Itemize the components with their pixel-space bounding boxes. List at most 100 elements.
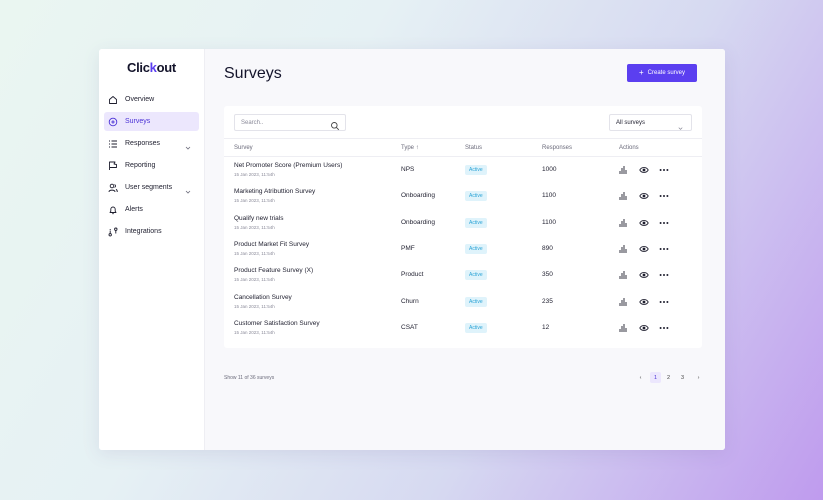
survey-name[interactable]: Product Market Fit Survey <box>234 241 309 248</box>
table-row[interactable]: Cancellation Survey 15 Jan 2023, 11:54h Ch… <box>224 289 702 315</box>
chevron-down-icon[interactable] <box>184 183 192 194</box>
column-header-actions: Actions <box>619 145 639 151</box>
survey-name[interactable]: Product Feature Survey (X) <box>234 267 313 274</box>
bar-chart-icon[interactable] <box>618 323 628 333</box>
chevron-down-icon <box>677 119 684 130</box>
survey-responses: 890 <box>542 244 553 252</box>
sidebar-item-label: Surveys <box>125 118 151 125</box>
table-row[interactable]: Net Promoter Score (Premium Users) 15 Jan… <box>224 157 702 183</box>
survey-responses: 1000 <box>542 166 557 173</box>
page-2-button[interactable]: 2 <box>663 372 674 383</box>
sidebar-item-reporting[interactable]: Reporting <box>104 156 199 175</box>
survey-name[interactable]: Cancellation Survey <box>234 294 292 301</box>
sidebar-item-surveys[interactable]: Surveys <box>104 112 199 131</box>
sidebar-item-label: User segments <box>125 184 173 191</box>
bar-chart-icon[interactable] <box>618 165 628 175</box>
sidebar: Clickout Overview Surveys Responses Repo… <box>99 49 205 450</box>
more-icon[interactable] <box>659 270 669 280</box>
sidebar-item-integrations[interactable]: Integrations <box>104 222 199 241</box>
more-icon[interactable] <box>659 165 669 175</box>
plus-icon: + <box>638 68 644 77</box>
status-badge: Active <box>465 243 487 254</box>
create-survey-label: Create survey <box>647 70 686 76</box>
more-icon[interactable] <box>659 218 669 228</box>
survey-type: Onboarding <box>401 192 435 200</box>
survey-type: PMF <box>401 244 415 252</box>
flag-icon <box>108 161 118 171</box>
survey-responses: 1100 <box>542 218 556 226</box>
survey-filter-select[interactable]: All surveys <box>609 114 692 131</box>
survey-name[interactable]: Net Promoter Score (Premium Users) <box>234 162 342 169</box>
status-badge: Active <box>465 191 487 202</box>
survey-date: 15 Jan 2023, 11:54h <box>234 250 275 256</box>
sidebar-item-user-segments[interactable]: User segments <box>104 178 199 197</box>
survey-name[interactable]: Customer Satisfaction Survey <box>234 320 320 327</box>
table-row[interactable]: Qualify new trials 15 Jan 2023, 11:54h Onb… <box>224 210 702 236</box>
sidebar-item-label: Alerts <box>125 206 143 213</box>
page-3-button[interactable]: 3 <box>677 372 688 383</box>
survey-date: 15 Jan 2023, 11:54h <box>234 329 275 335</box>
status-badge: Active <box>465 296 487 307</box>
more-icon[interactable] <box>659 244 669 254</box>
bar-chart-icon[interactable] <box>618 270 628 280</box>
survey-type: CSAT <box>401 323 418 331</box>
bar-chart-icon[interactable] <box>618 297 628 307</box>
survey-name[interactable]: Marketing Atributtion Survey <box>234 188 315 195</box>
survey-responses: 235 <box>542 297 553 305</box>
search-input[interactable]: Search.. <box>234 114 346 131</box>
sidebar-item-responses[interactable]: Responses <box>104 134 199 153</box>
status-badge: Active <box>465 270 487 281</box>
sidebar-item-alerts[interactable]: Alerts <box>104 200 199 219</box>
survey-name[interactable]: Qualify new trials <box>234 215 284 222</box>
bar-chart-icon[interactable] <box>618 244 628 254</box>
column-header-responses[interactable]: Responses <box>542 145 572 151</box>
table-row[interactable]: Customer Satisfaction Survey 15 Jan 2023,… <box>224 315 702 341</box>
sidebar-item-label: Overview <box>125 96 155 103</box>
column-header-survey[interactable]: Survey <box>234 145 253 151</box>
chevron-down-icon[interactable] <box>184 139 192 150</box>
more-icon[interactable] <box>659 297 669 307</box>
sidebar-item-label: Reporting <box>125 162 156 169</box>
table-row[interactable]: Product Feature Survey (X) 15 Jan 2023, 1… <box>224 262 702 288</box>
status-badge: Active <box>465 217 487 228</box>
column-header-status[interactable]: Status <box>465 145 482 151</box>
bar-chart-icon[interactable] <box>618 218 628 228</box>
eye-icon[interactable] <box>639 165 649 175</box>
eye-icon[interactable] <box>639 297 649 307</box>
eye-icon[interactable] <box>639 270 649 280</box>
main-content: Surveys + Create survey Search.. All sur… <box>205 49 725 450</box>
sort-asc-icon: ↑ <box>415 145 419 151</box>
integrations-icon <box>108 227 118 237</box>
survey-date: 15 Jan 2023, 11:54h <box>234 277 275 283</box>
table-row[interactable]: Marketing Atributtion Survey 15 Jan 2023,… <box>224 183 702 209</box>
results-count: Show 11 of 36 surveys <box>224 375 275 381</box>
create-survey-button[interactable]: + Create survey <box>627 64 697 82</box>
logo[interactable]: Clickout <box>127 60 176 75</box>
status-badge: Active <box>465 165 487 175</box>
prev-page-button[interactable]: ‹ <box>635 372 646 383</box>
more-icon[interactable] <box>659 191 669 201</box>
more-icon[interactable] <box>659 323 669 333</box>
survey-responses: 350 <box>542 271 553 279</box>
table-row[interactable]: Product Market Fit Survey 15 Jan 2023, 11… <box>224 236 702 262</box>
search-placeholder: Search.. <box>241 119 264 126</box>
survey-date: 15 Jan 2023, 11:54h <box>234 224 275 230</box>
sidebar-item-overview[interactable]: Overview <box>104 90 199 109</box>
surveys-card: Search.. All surveys Survey Type ↑ Statu… <box>224 106 702 348</box>
status-badge: Active <box>465 322 487 333</box>
survey-type: Product <box>401 271 424 279</box>
page-1-button[interactable]: 1 <box>650 372 661 383</box>
eye-icon[interactable] <box>639 323 649 333</box>
bar-chart-icon[interactable] <box>618 191 628 201</box>
eye-icon[interactable] <box>639 191 649 201</box>
eye-icon[interactable] <box>639 218 649 228</box>
column-header-type[interactable]: Type ↑ <box>401 145 419 151</box>
survey-date: 15 Jan 2023, 11:54h <box>234 303 275 309</box>
eye-icon[interactable] <box>639 244 649 254</box>
survey-responses: 12 <box>542 323 550 331</box>
survey-responses: 1100 <box>542 192 556 200</box>
home-icon <box>108 95 118 105</box>
next-page-button[interactable]: › <box>693 372 704 383</box>
search-icon[interactable] <box>330 118 340 130</box>
survey-filter-value: All surveys <box>616 119 646 126</box>
